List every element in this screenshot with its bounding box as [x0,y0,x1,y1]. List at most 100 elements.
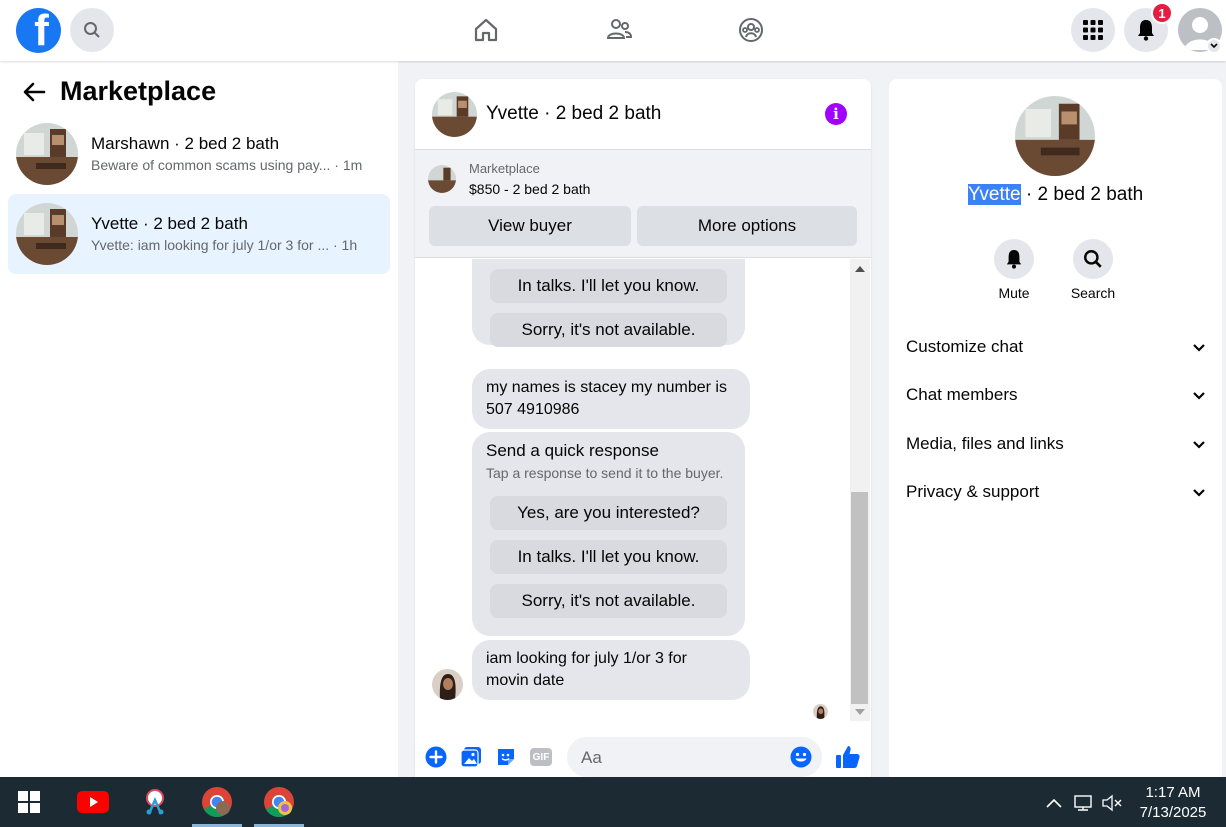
chevron-down-icon [1193,391,1205,400]
section-label: Customize chat [906,337,1024,356]
friends-nav-button[interactable] [601,12,637,48]
friends-icon [606,19,633,39]
chat-profile-image [1015,96,1095,176]
chat-members-section[interactable]: Chat members [906,385,1206,405]
section-label: Media, files and links [906,434,1064,453]
chrome-profile-taskbar-button[interactable] [261,786,297,818]
scroll-down-arrow-icon[interactable] [855,709,865,715]
quick-reply-button[interactable]: Yes, are you interested? [490,496,727,530]
marketplace-listing-card: Marketplace $850 - 2 bed 2 bath View buy… [415,150,871,258]
chevron-up-icon[interactable] [1045,797,1063,809]
volume-muted-icon[interactable] [1101,794,1123,812]
scissors-icon [146,789,164,815]
chrome-icon [264,787,294,818]
quick-reply-button[interactable]: Sorry, it's not available. [490,584,727,618]
listing-thumbnail [16,123,78,185]
message-line: movin date [486,672,565,689]
chrome-icon [202,787,232,818]
quick-reply-button[interactable]: In talks. I'll let you know. [490,269,727,303]
section-label: Privacy & support [906,482,1040,501]
bell-icon [1006,250,1022,269]
groups-nav-button[interactable] [733,12,769,48]
view-buyer-button[interactable]: View buyer [429,206,631,246]
chat-details-name: Yvette · 2 bed 2 bath [889,184,1222,206]
message-thread: In talks. I'll let you know. Sorry, it's… [415,259,855,719]
snipping-tool-taskbar-button[interactable] [137,786,173,818]
facebook-logo[interactable]: f [16,8,61,53]
listing-thumbnail [16,203,78,265]
chevron-down-icon [1193,488,1205,497]
listing-title-text: · 2 bed 2 bath [1020,184,1144,205]
windows-taskbar: 1:17 AM 7/13/2025 [0,777,1226,827]
conversation-name: Yvette · 2 bed 2 bath [91,214,248,233]
sticker-button[interactable] [495,746,517,768]
youtube-icon [77,791,109,813]
back-arrow-icon[interactable] [22,82,46,102]
home-nav-button[interactable] [468,12,504,48]
chevron-down-icon [1210,43,1218,49]
search-action[interactable]: Search [1058,239,1128,301]
account-menu-caret[interactable] [1206,38,1222,54]
message-input[interactable]: Aa [567,737,822,777]
emoji-icon[interactable] [790,746,812,768]
home-icon [474,18,498,42]
seen-receipt-avatar [813,704,828,719]
search-icon [1084,249,1102,268]
photo-icon [460,747,481,768]
system-tray [1045,794,1123,812]
chat-header: Yvette · 2 bed 2 bath i [415,79,871,150]
conversation-item[interactable]: Marshawn · 2 bed 2 bath Beware of common… [8,114,390,194]
info-icon[interactable]: i [825,103,847,125]
page-title: Marketplace [60,76,217,106]
groups-icon [739,18,763,42]
plus-circle-icon [425,746,447,768]
chevron-down-icon [1193,343,1205,352]
start-button[interactable] [11,786,47,818]
scroll-up-arrow-icon[interactable] [855,266,865,272]
quick-response-title: Send a quick response [486,441,659,460]
like-button[interactable] [835,744,861,770]
message-line: my names is stacey my number is [486,379,727,396]
listing-price[interactable]: $850 - 2 bed 2 bath [469,181,590,197]
notification-badge: 1 [1151,2,1173,24]
message-composer: GIF Aa [415,734,871,777]
selected-name-text: Yvette [967,184,1021,205]
marketplace-label: Marketplace [469,161,540,176]
mute-action[interactable]: Mute [979,239,1049,301]
grid-menu-icon [1083,20,1103,40]
quick-reply-button[interactable]: Sorry, it's not available. [490,313,727,347]
sidebar-header: Marketplace [22,76,216,107]
search-label: Search [1070,285,1116,301]
chat-title[interactable]: Yvette · 2 bed 2 bath [486,103,661,125]
more-options-button[interactable]: More options [637,206,857,246]
conversation-time: · 1h [333,237,358,253]
chat-details-panel: Yvette · 2 bed 2 bath Mute Search Custom… [889,79,1222,777]
conversation-name: Marshawn · 2 bed 2 bath [91,134,280,153]
chrome-taskbar-button[interactable] [199,786,235,818]
mute-label: Mute [998,285,1030,301]
add-attachment-button[interactable] [425,746,447,768]
section-label: Chat members [906,385,1018,404]
conversation-preview: Yvette: iam looking for july 1/or 3 for … [91,237,330,253]
thumbs-up-icon [836,746,860,768]
chat-avatar[interactable] [432,91,477,137]
media-files-links-section[interactable]: Media, files and links [906,434,1206,454]
conversation-item-active[interactable]: Yvette · 2 bed 2 bath Yvette: iam lookin… [8,194,390,274]
privacy-support-section[interactable]: Privacy & support [906,482,1206,502]
gif-button[interactable]: GIF [530,746,552,768]
menu-button[interactable] [1071,8,1115,52]
system-clock[interactable]: 1:17 AM 7/13/2025 [1128,783,1218,823]
customize-chat-section[interactable]: Customize chat [906,337,1206,357]
gif-icon: GIF [530,748,552,766]
photo-button[interactable] [460,746,482,768]
scrollbar-thumb[interactable] [851,492,868,704]
windows-logo-icon [18,791,40,813]
sender-avatar[interactable] [432,669,463,700]
quick-response-subtitle: Tap a response to send it to the buyer. [486,465,724,481]
top-navigation-bar: f 1 [0,0,1226,61]
quick-reply-button[interactable]: In talks. I'll let you know. [490,540,727,574]
search-button[interactable] [70,8,114,52]
clock-date: 7/13/2025 [1139,804,1207,821]
youtube-taskbar-button[interactable] [75,786,111,818]
network-icon[interactable] [1073,794,1095,812]
